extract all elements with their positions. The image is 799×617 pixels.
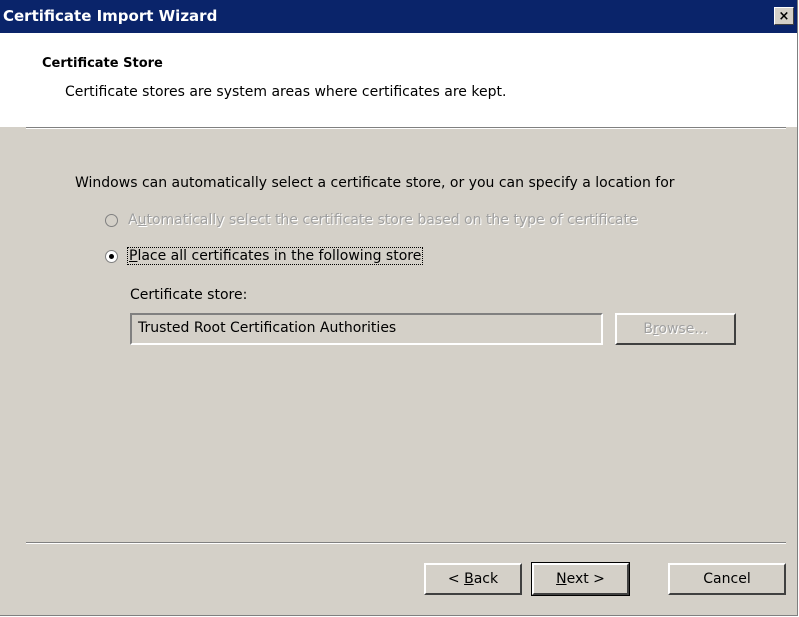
back-button-label: < Back [447, 571, 499, 587]
next-button[interactable]: Next > [531, 562, 630, 596]
window-title: Certificate Import Wizard [3, 7, 218, 25]
close-button[interactable]: × [774, 7, 794, 25]
close-icon: × [778, 8, 790, 24]
browse-button[interactable]: Browse... [615, 313, 736, 345]
page-title: Certificate Store [42, 56, 163, 71]
certificate-store-field[interactable]: Trusted Root Certification Authorities [130, 313, 603, 345]
browse-button-label: Browse... [643, 321, 708, 337]
radio-auto-select[interactable] [105, 213, 118, 227]
option-place-in-store[interactable]: Place all certificates in the following … [105, 247, 424, 265]
radio-selected-dot [109, 253, 114, 259]
dialog-window: Certificate Import Wizard × Certificate … [0, 0, 798, 616]
option-place-in-store-label: Place all certificates in the following … [126, 247, 424, 265]
wizard-header [0, 33, 797, 127]
cancel-button[interactable]: Cancel [668, 563, 786, 595]
certificate-store-label: Certificate store: [130, 287, 248, 303]
cancel-button-label: Cancel [703, 571, 751, 587]
option-auto-select[interactable]: Automatically select the certificate sto… [105, 212, 638, 228]
intro-text: Windows can automatically select a certi… [75, 175, 675, 191]
back-button[interactable]: < Back [424, 563, 522, 595]
radio-place-in-store[interactable] [105, 249, 118, 263]
next-button-label: Next > [556, 571, 605, 587]
page-subtitle: Certificate stores are system areas wher… [65, 84, 507, 100]
title-bar[interactable]: Certificate Import Wizard × [0, 0, 797, 33]
footer-separator [26, 542, 786, 544]
option-auto-select-label: Automatically select the certificate sto… [128, 212, 638, 228]
header-separator [26, 127, 786, 129]
